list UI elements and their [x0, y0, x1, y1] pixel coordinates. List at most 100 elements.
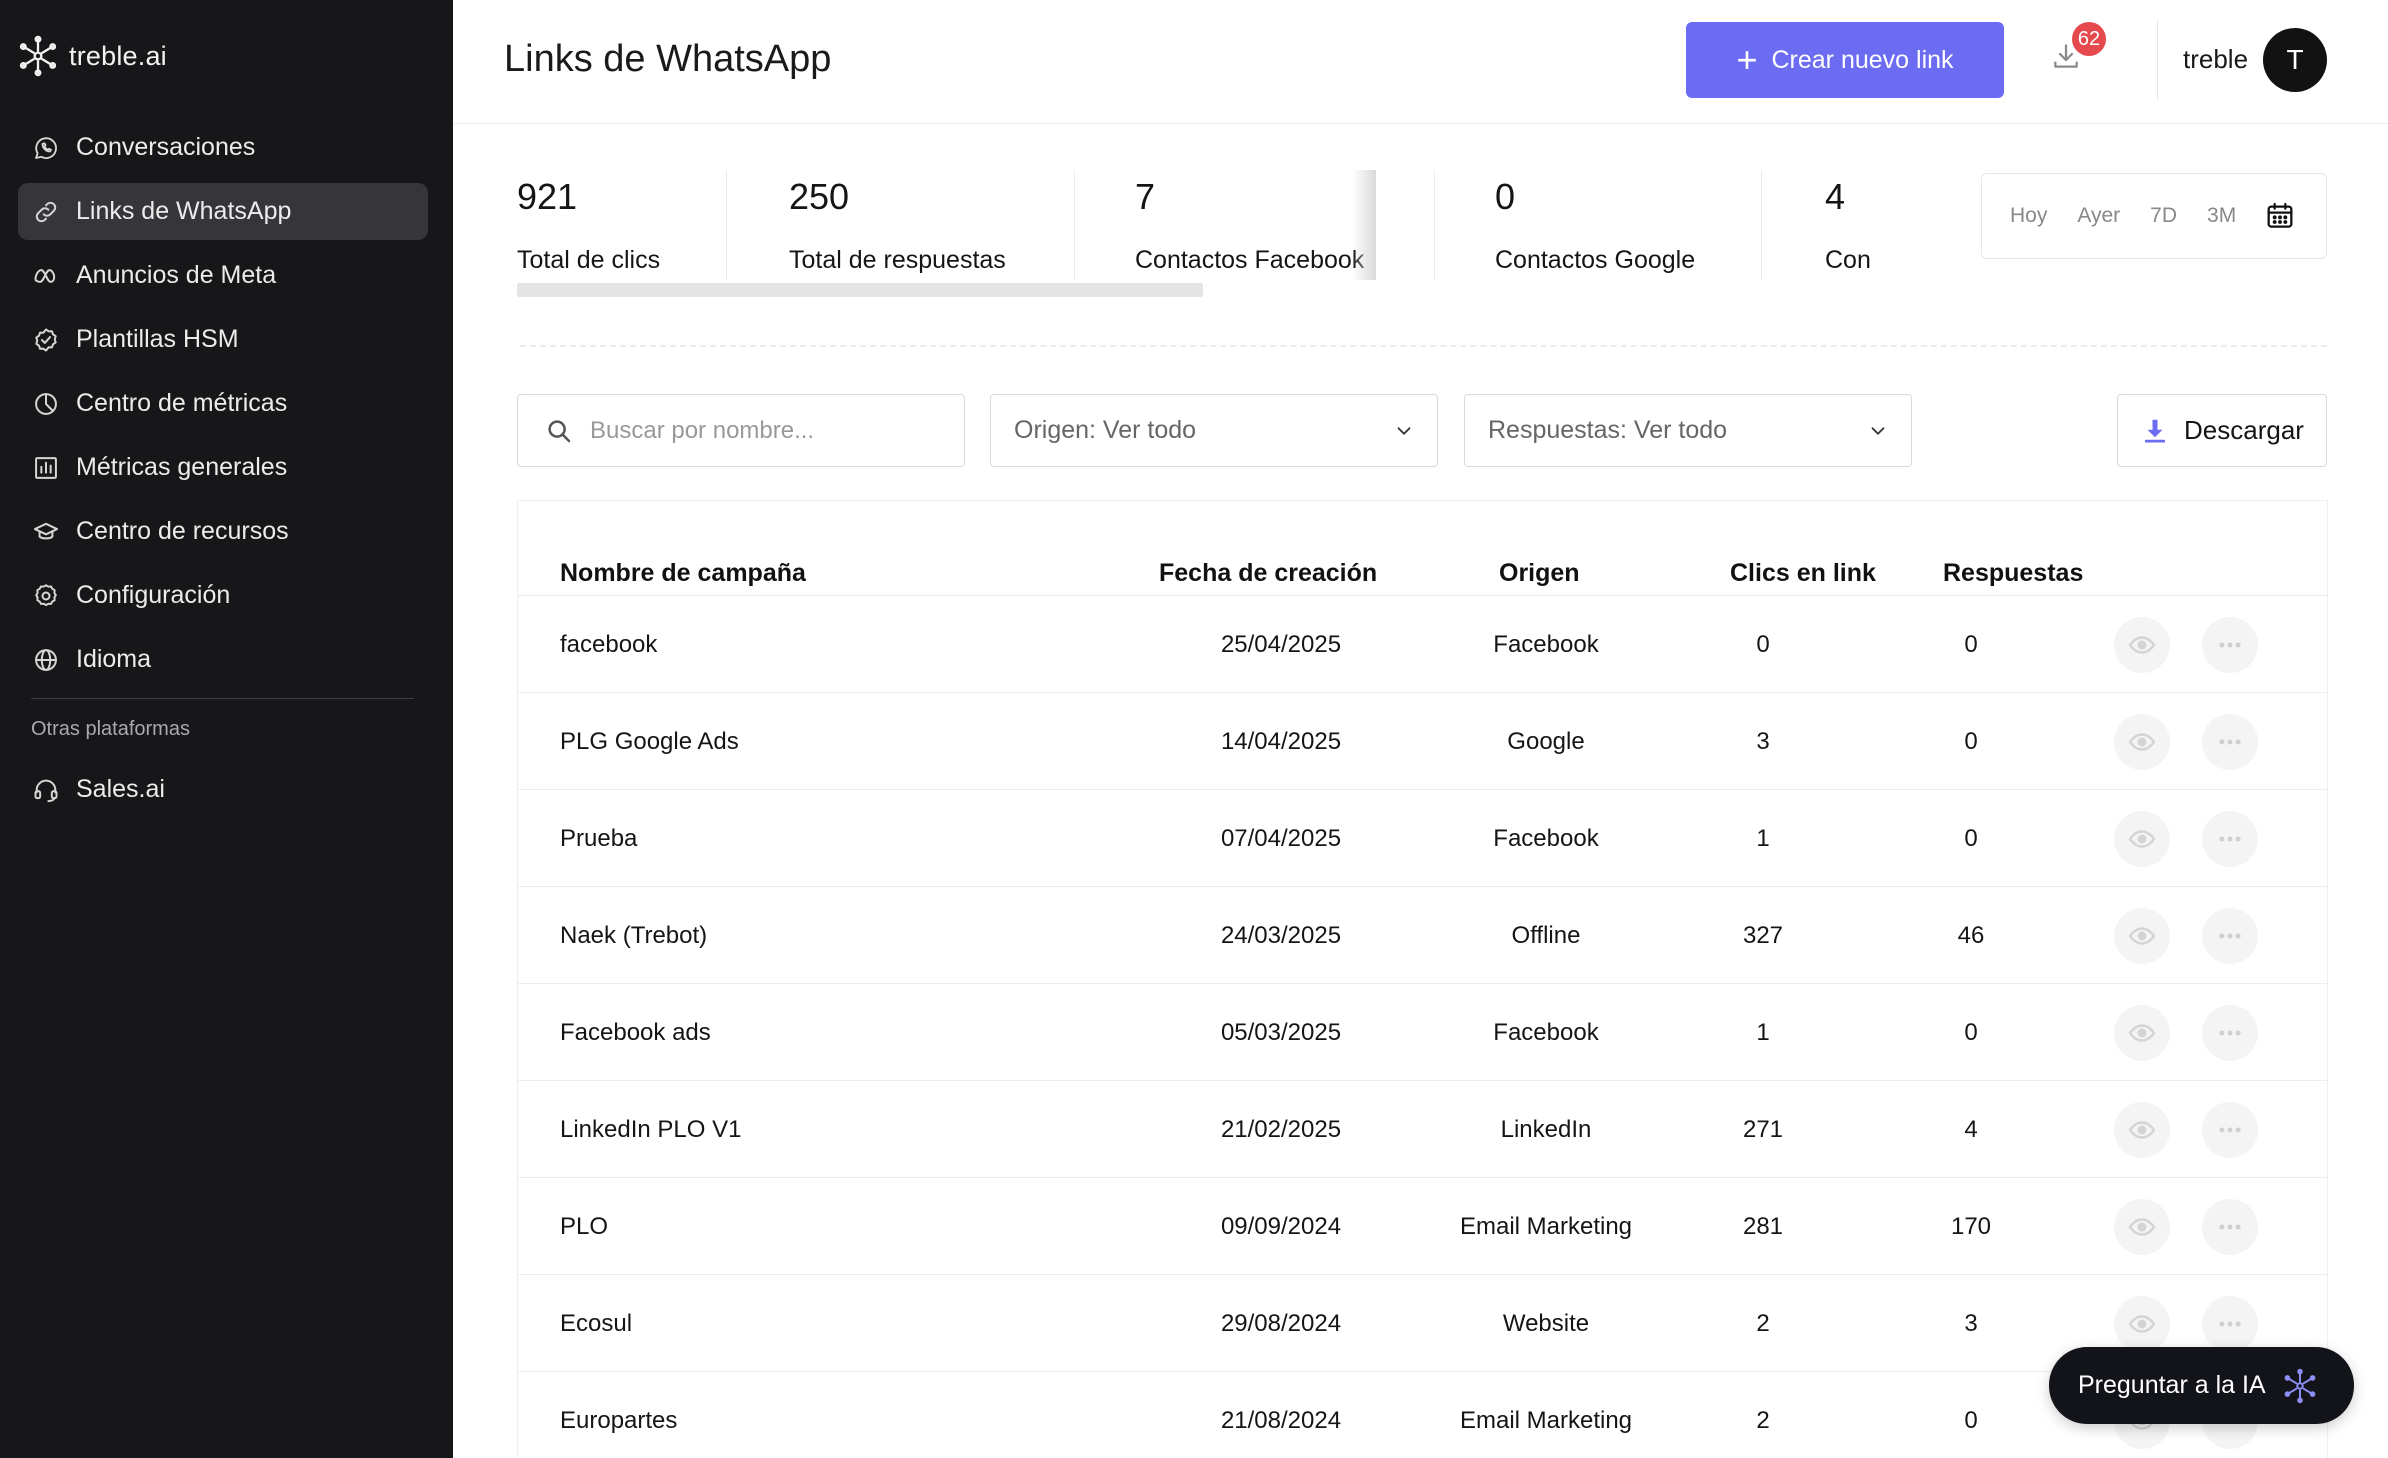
downloads-button[interactable]: 62	[2050, 22, 2106, 80]
table-row[interactable]: PLG Google Ads 14/04/2025 Google 3 0	[518, 693, 2327, 790]
sidebar-item-label: Centro de recursos	[76, 517, 289, 545]
sidebar-item-centro-metricas[interactable]: Centro de métricas	[18, 375, 428, 432]
sidebar-item-metricas-generales[interactable]: Métricas generales	[18, 439, 428, 496]
cell-creation-date: 29/08/2024	[1220, 1310, 1342, 1337]
ask-ai-button[interactable]: Preguntar a la IA	[2049, 1347, 2354, 1424]
view-button[interactable]	[2114, 908, 2170, 964]
stat-label: Contactos Facebook	[1135, 246, 1365, 274]
cell-link-clicks: 2	[1756, 1407, 1770, 1434]
cell-origin: LinkedIn	[1500, 1116, 1592, 1143]
brand-logo[interactable]: treble.ai	[17, 34, 167, 78]
cell-link-clicks: 1	[1756, 1019, 1770, 1046]
responses-filter-select[interactable]: Respuestas: Ver todo	[1464, 394, 1912, 467]
calendar-icon[interactable]	[2264, 200, 2296, 232]
view-button[interactable]	[2114, 1102, 2170, 1158]
sidebar-item-conversaciones[interactable]: Conversaciones	[18, 119, 428, 176]
column-header-date[interactable]: Fecha de creación	[1159, 559, 1377, 588]
cell-campaign-name: PLG Google Ads	[560, 728, 739, 755]
origin-filter-select[interactable]: Origen: Ver todo	[990, 394, 1438, 467]
sidebar-section-label: Otras plataformas	[31, 718, 190, 740]
sidebar-item-idioma[interactable]: Idioma	[18, 631, 428, 688]
sidebar: treble.ai Conversaciones Links de WhatsA…	[0, 0, 453, 1458]
section-divider	[520, 345, 2327, 347]
more-options-button[interactable]	[2202, 908, 2258, 964]
sidebar-divider	[31, 698, 414, 699]
whatsapp-icon	[35, 136, 57, 159]
create-link-label: Crear nuevo link	[1771, 45, 1954, 74]
table-row[interactable]: PLO 09/09/2024 Email Marketing 281 170	[518, 1178, 2327, 1275]
eye-icon	[2128, 733, 2156, 751]
sidebar-item-centro-recursos[interactable]: Centro de recursos	[18, 503, 428, 560]
view-button[interactable]	[2114, 714, 2170, 770]
stat-divider	[1434, 170, 1435, 280]
column-header-clicks[interactable]: Clics en link	[1730, 559, 1876, 588]
sidebar-item-label: Sales.ai	[76, 775, 165, 803]
meta-icon	[34, 268, 56, 283]
stat-label: Total de clics	[517, 246, 661, 274]
column-header-responses[interactable]: Respuestas	[1943, 559, 2083, 588]
cell-creation-date: 21/08/2024	[1220, 1407, 1342, 1434]
more-options-button[interactable]	[2202, 617, 2258, 673]
stat-value: 250	[789, 176, 850, 217]
avatar[interactable]: T	[2263, 28, 2327, 92]
cell-creation-date: 09/09/2024	[1220, 1213, 1342, 1240]
cell-creation-date: 07/04/2025	[1220, 825, 1342, 852]
sidebar-item-anuncios-meta[interactable]: Anuncios de Meta	[18, 247, 428, 304]
stat-value: 0	[1495, 176, 1516, 217]
view-button[interactable]	[2114, 1296, 2170, 1352]
more-icon	[2219, 1030, 2241, 1036]
sidebar-item-label: Idioma	[76, 645, 152, 673]
search-input[interactable]	[590, 416, 950, 445]
table-row[interactable]: LinkedIn PLO V1 21/02/2025 LinkedIn 271 4	[518, 1081, 2327, 1178]
period-hoy[interactable]: Hoy	[2010, 204, 2047, 228]
sidebar-item-plantillas-hsm[interactable]: Plantillas HSM	[18, 311, 428, 368]
cell-link-clicks: 0	[1756, 631, 1770, 658]
cell-campaign-name: PLO	[560, 1213, 609, 1240]
view-button[interactable]	[2114, 1199, 2170, 1255]
cell-origin: Offline	[1511, 922, 1581, 949]
table-row[interactable]: Naek (Trebot) 24/03/2025 Offline 327 46	[518, 887, 2327, 984]
more-options-button[interactable]	[2202, 811, 2258, 867]
cell-creation-date: 21/02/2025	[1220, 1116, 1342, 1143]
sidebar-item-label: Métricas generales	[76, 453, 288, 481]
more-options-button[interactable]	[2202, 714, 2258, 770]
page-title: Links de WhatsApp	[504, 38, 832, 80]
table-row[interactable]: Prueba 07/04/2025 Facebook 1 0	[518, 790, 2327, 887]
download-button[interactable]: Descargar	[2117, 394, 2327, 467]
sidebar-item-label: Centro de métricas	[76, 389, 288, 417]
table-row[interactable]: Facebook ads 05/03/2025 Facebook 1 0	[518, 984, 2327, 1081]
column-header-origin[interactable]: Origen	[1499, 559, 1580, 588]
sidebar-item-configuracion[interactable]: Configuración	[18, 567, 428, 624]
create-link-button[interactable]: + Crear nuevo link	[1686, 22, 2004, 98]
view-button[interactable]	[2114, 1005, 2170, 1061]
more-options-button[interactable]	[2202, 1296, 2258, 1352]
table-row[interactable]: Ecosul 29/08/2024 Website 2 3	[518, 1275, 2327, 1372]
cell-link-clicks: 281	[1742, 1213, 1784, 1240]
period-ayer[interactable]: Ayer	[2077, 204, 2120, 228]
cell-responses: 4	[1964, 1116, 1978, 1143]
cell-origin: Facebook	[1493, 1019, 1599, 1046]
more-options-button[interactable]	[2202, 1102, 2258, 1158]
column-header-name[interactable]: Nombre de campaña	[560, 559, 806, 588]
period-7d[interactable]: 7D	[2150, 204, 2177, 228]
stats-scrollbar[interactable]	[517, 283, 1203, 297]
sidebar-nav: Conversaciones Links de WhatsApp Anuncio…	[18, 119, 428, 695]
sidebar-other-platforms: Sales.ai	[18, 761, 428, 825]
view-button[interactable]	[2114, 617, 2170, 673]
user-name[interactable]: treble	[2183, 44, 2248, 75]
chevron-down-icon	[1397, 426, 1411, 435]
table-row[interactable]: facebook 25/04/2025 Facebook 0 0	[518, 596, 2327, 693]
sidebar-item-label: Anuncios de Meta	[76, 261, 277, 289]
cell-responses: 170	[1950, 1213, 1992, 1240]
sidebar-item-links-whatsapp[interactable]: Links de WhatsApp	[18, 183, 428, 240]
eye-icon	[2128, 927, 2156, 945]
cell-link-clicks: 3	[1756, 728, 1770, 755]
more-options-button[interactable]	[2202, 1005, 2258, 1061]
view-button[interactable]	[2114, 811, 2170, 867]
stat-contactos-google: 0 Contactos Google	[1495, 170, 1695, 280]
cell-responses: 46	[1957, 922, 1985, 949]
period-3m[interactable]: 3M	[2207, 204, 2236, 228]
sidebar-item-sales-ai[interactable]: Sales.ai	[18, 761, 428, 818]
more-options-button[interactable]	[2202, 1199, 2258, 1255]
more-icon	[2219, 1321, 2241, 1327]
